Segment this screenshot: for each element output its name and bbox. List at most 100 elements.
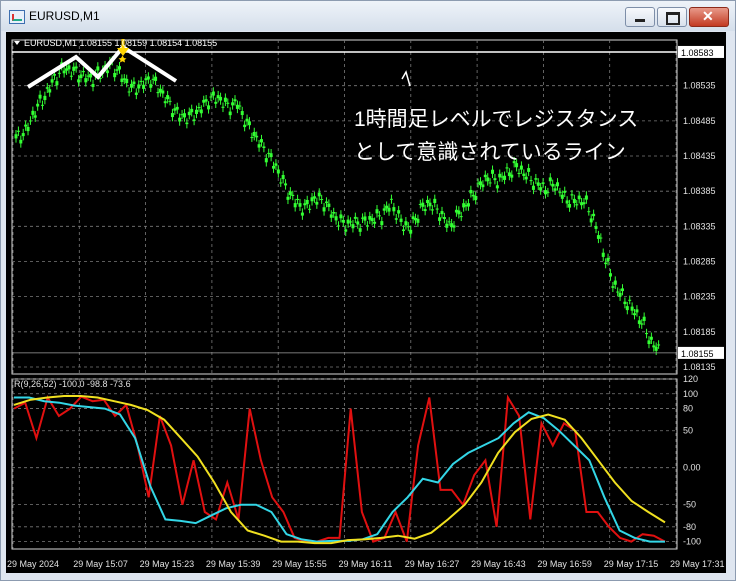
candle-body [178,117,182,122]
candle-body [618,292,622,297]
candle-body [211,91,215,96]
candle-body [589,218,593,223]
candle-body [146,76,150,80]
candle-body [257,144,261,148]
candle-body [647,340,651,344]
candle-body [531,185,535,190]
candle-body [601,252,605,257]
title-bar[interactable]: EURUSD,M1 ✕ [1,1,735,31]
candle-body [611,286,615,288]
candle-body [613,280,617,285]
current-price-label: 1.08155 [681,349,714,359]
maximize-icon [666,12,680,25]
candle-body [296,198,300,201]
candle-body [570,194,574,196]
price-axis-label: 1.08285 [683,256,716,266]
candle-body [401,229,405,232]
candle-body [604,262,608,265]
time-axis-label: 29 May 17:15 [604,559,659,569]
candle-body [332,211,336,214]
candle-body [505,167,509,169]
candle-body [21,133,25,137]
candle-body [539,187,543,191]
maximize-button[interactable] [657,7,687,27]
chart-app-icon [9,10,25,24]
time-axis-label: 29 May 16:43 [471,559,526,569]
candle-body [430,209,434,211]
candle-body [163,101,167,104]
candle-body [329,214,333,218]
candle-body [428,202,432,207]
candle-body [272,165,276,169]
candle-body [281,174,285,180]
candle-body [264,158,268,163]
candle-body [375,209,379,214]
minimize-button[interactable] [625,7,655,27]
candle-body [137,84,141,89]
price-axis-label: 1.08335 [683,221,716,231]
candle-body [363,216,367,221]
chart-area[interactable]: 29 May 2024 29 May 15:07 29 May 15:23 29 Ma… [6,32,726,573]
candle-body [79,74,83,79]
candle-body [291,194,295,197]
candle-body [633,313,637,316]
candle-body [416,218,420,223]
candle-body [488,182,492,184]
candle-body [219,96,223,101]
candle-body [349,221,353,223]
price-chart-svg[interactable]: 29 May 2024 29 May 15:07 29 May 15:23 29 Ma… [6,32,726,573]
candle-body [630,306,634,311]
candle-body [553,188,557,191]
candle-body [233,99,237,102]
osc-axis-label: 80 [683,404,693,414]
header-dropdown-icon[interactable] [14,41,20,45]
candle-body [245,118,249,122]
close-icon: ✕ [702,8,714,24]
candle-body [606,257,610,262]
candle-body [529,180,533,182]
candle-body [447,221,451,223]
candle-body [317,192,321,197]
time-axis-label: 29 May 16:11 [339,559,393,569]
candle-body [536,182,540,186]
close-button[interactable]: ✕ [689,7,729,27]
candle-body [50,79,54,83]
candle-body [527,168,531,172]
candle-body [308,208,312,210]
candle-body [587,211,591,213]
osc-axis-label: 50 [683,426,693,436]
candle-body [113,72,117,78]
annotation-line-2: として意識されているライン [354,141,626,164]
candle-body [166,95,170,100]
candle-body [252,131,256,137]
candle-body [149,84,153,88]
candle-body [130,83,134,88]
candle-body [645,333,649,335]
candle-body [288,191,292,195]
candle-body [608,273,612,277]
candle-body [24,124,28,127]
candle-body [474,195,478,201]
candle-body [132,81,136,85]
candle-body [389,198,393,200]
candle-body [185,122,189,125]
candle-body [221,106,225,108]
candle-body [286,196,290,200]
candle-body [558,192,562,194]
candle-body [548,177,552,182]
candle-body [67,65,71,70]
candle-body [337,225,340,227]
candle-body [125,78,129,84]
candle-body [195,109,199,114]
candle-body [269,153,273,158]
candle-body [380,221,384,226]
osc-axis-label: 120 [683,374,698,384]
candle-body [642,316,646,321]
candle-body [351,224,355,229]
candle-body [377,215,381,217]
price-axis-label: 1.08135 [683,362,716,372]
candle-body [84,78,88,83]
candle-body [657,344,661,346]
candle-body [510,174,514,178]
time-axis-label: 29 May 17:31 [670,559,725,569]
